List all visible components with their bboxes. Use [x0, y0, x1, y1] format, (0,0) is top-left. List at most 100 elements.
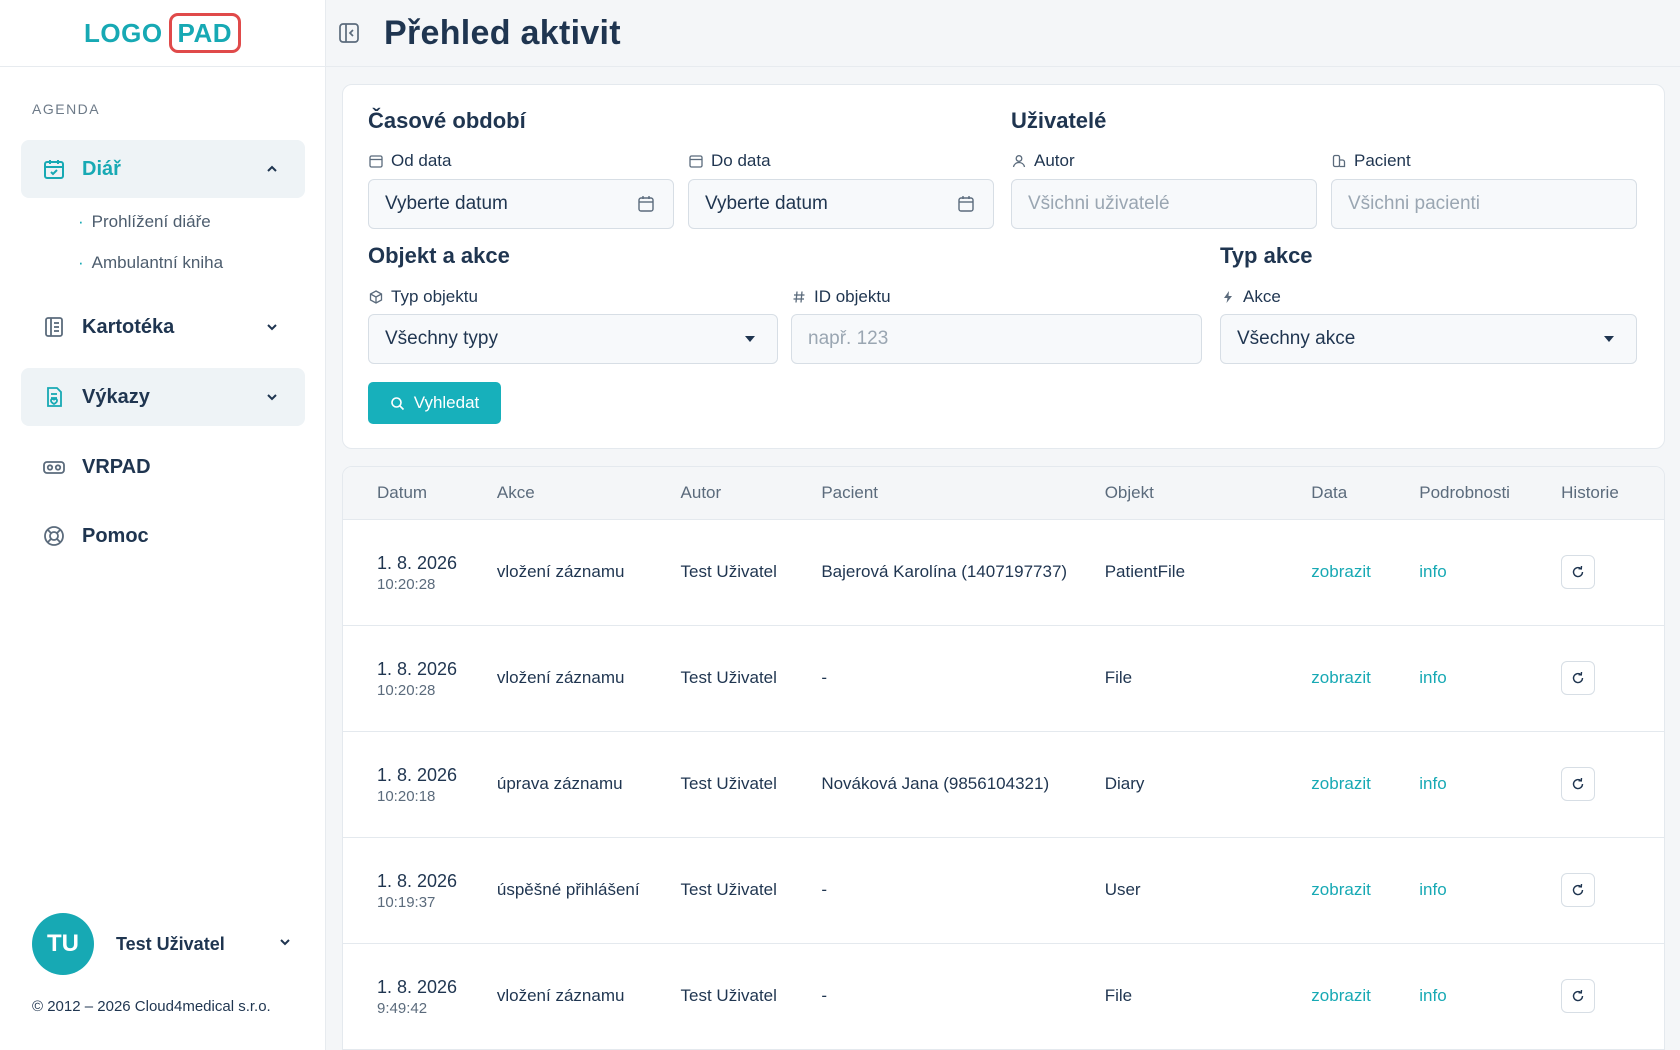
column-header-datum[interactable]: Datum [343, 467, 463, 520]
sidebar-item-kartoteka[interactable]: Kartotéka [21, 298, 305, 356]
sidebar-item-label: Výkazy [82, 385, 150, 408]
from-date-input[interactable]: Vyberte datum [368, 179, 674, 229]
history-button[interactable] [1561, 661, 1596, 695]
sidebar-item-diar[interactable]: Diář [21, 140, 305, 198]
calendar-icon[interactable] [635, 193, 657, 215]
avatar: TU [32, 913, 94, 975]
column-header-podrobnosti: Podrobnosti [1385, 467, 1528, 520]
sidebar-item-vykazy[interactable]: Výkazy [21, 368, 305, 426]
cell-history [1527, 731, 1664, 838]
info-link[interactable]: info [1419, 562, 1446, 581]
cell-date: 1. 8. 2026 10:20:28 [343, 625, 463, 732]
cell-history [1527, 837, 1664, 944]
show-data-link[interactable]: zobrazit [1311, 668, 1371, 687]
column-header-pacient[interactable]: Pacient [787, 467, 1071, 520]
cell-author: Test Uživatel [646, 731, 788, 838]
caret-down-icon [1598, 328, 1620, 350]
cell-object: Diary [1070, 731, 1278, 838]
cell-details: info [1385, 519, 1528, 626]
cell-object: PatientFile [1070, 519, 1278, 626]
object-type-select[interactable]: Všechny typy [368, 314, 778, 364]
table-row: 1. 8. 2026 10:19:37 úspěšné přihlášení Te… [343, 837, 1664, 944]
sidebar-item-pomoc[interactable]: Pomoc [21, 507, 305, 565]
page-title: Přehled aktivit [384, 13, 621, 52]
cell-action: vložení záznamu [462, 519, 647, 626]
column-header-autor[interactable]: Autor [646, 467, 788, 520]
cell-details: info [1385, 837, 1528, 944]
table-row: 1. 8. 2026 10:20:28 vložení záznamu Test … [343, 519, 1664, 626]
show-data-link[interactable]: zobrazit [1311, 986, 1371, 1005]
chevron-down-icon[interactable] [257, 382, 287, 412]
logo[interactable]: LOGO PAD [84, 13, 242, 53]
author-input[interactable]: Všichni uživatelé [1011, 179, 1317, 229]
group-title-users: Uživatelé [1011, 108, 1107, 133]
user-name: Test Uživatel [116, 933, 225, 954]
chevron-down-icon[interactable] [257, 312, 287, 342]
activity-table: Datum Akce Autor Pacient Objekt Data Pod… [343, 467, 1664, 1050]
history-button[interactable] [1561, 979, 1596, 1013]
patient-input[interactable]: Všichni pacienti [1331, 179, 1637, 229]
cell-object: File [1070, 943, 1278, 1050]
action-select[interactable]: Všechny akce [1220, 314, 1637, 364]
refresh-icon [1572, 671, 1584, 684]
sidebar-toggle-icon[interactable] [336, 20, 362, 46]
cell-date: 1. 8. 2026 10:20:28 [343, 519, 463, 626]
group-title-period: Časové období [368, 108, 526, 133]
show-data-link[interactable]: zobrazit [1311, 880, 1371, 899]
cell-author: Test Uživatel [646, 837, 788, 944]
sidebar-subitem-ambulantni-kniha[interactable]: Ambulantní kniha [78, 253, 223, 273]
cell-action: vložení záznamu [462, 943, 647, 1050]
cell-patient: Nováková Jana (9856104321) [787, 731, 1071, 838]
table-row: 1. 8. 2026 10:20:18 úprava záznamu Test U… [343, 731, 1664, 838]
cell-data: zobrazit [1277, 943, 1386, 1050]
label-author: Autor [1011, 151, 1075, 171]
sidebar-item-vrpad[interactable]: VRPAD [21, 438, 305, 496]
label-to-date: Do data [688, 151, 771, 171]
history-button[interactable] [1561, 873, 1596, 907]
cell-object: User [1070, 837, 1278, 944]
cell-action: vložení záznamu [462, 625, 647, 732]
info-link[interactable]: info [1419, 774, 1446, 793]
chevron-up-icon[interactable] [257, 154, 287, 184]
object-id-input[interactable]: např. 123 [791, 314, 1202, 364]
cell-action: úspěšné přihlášení [462, 837, 647, 944]
time-value: 10:20:28 [377, 576, 436, 593]
cell-history [1527, 519, 1664, 626]
section-label-agenda: AGENDA [32, 101, 101, 117]
show-data-link[interactable]: zobrazit [1311, 562, 1371, 581]
cell-date: 1. 8. 2026 10:19:37 [343, 837, 463, 944]
action-value: Všechny akce [1237, 328, 1356, 349]
column-header-objekt[interactable]: Objekt [1070, 467, 1278, 520]
caret-down-icon [739, 328, 761, 350]
user-menu[interactable]: TU Test Uživatel [32, 913, 292, 975]
vr-headset-icon [41, 454, 67, 480]
search-button[interactable]: Vyhledat [368, 382, 501, 424]
from-date-value: Vyberte datum [385, 193, 508, 214]
column-header-akce[interactable]: Akce [462, 467, 647, 520]
calendar-icon [688, 153, 704, 169]
show-data-link[interactable]: zobrazit [1311, 774, 1371, 793]
history-button[interactable] [1561, 767, 1596, 801]
cell-patient: - [787, 837, 1071, 944]
label-text: Od data [391, 151, 452, 170]
table-row: 1. 8. 2026 10:20:28 vložení záznamu Test … [343, 625, 1664, 732]
cell-data: zobrazit [1277, 837, 1386, 944]
cell-patient: - [787, 943, 1071, 1050]
sidebar-item-label: Kartotéka [82, 315, 175, 338]
info-link[interactable]: info [1419, 668, 1446, 687]
to-date-input[interactable]: Vyberte datum [688, 179, 994, 229]
search-icon [390, 396, 405, 411]
label-text: Pacient [1354, 151, 1411, 170]
chevron-down-icon[interactable] [278, 935, 292, 954]
history-button[interactable] [1561, 555, 1596, 589]
cell-author: Test Uživatel [646, 943, 788, 1050]
calendar-icon[interactable] [955, 193, 977, 215]
info-link[interactable]: info [1419, 986, 1446, 1005]
sidebar-subitem-prohlizeni-diare[interactable]: Prohlížení diáře [78, 212, 211, 232]
cell-patient: - [787, 625, 1071, 732]
cell-date: 1. 8. 2026 9:49:42 [343, 943, 463, 1050]
cell-details: info [1385, 731, 1528, 838]
cell-data: zobrazit [1277, 625, 1386, 732]
time-value: 9:49:42 [377, 1000, 428, 1017]
info-link[interactable]: info [1419, 880, 1446, 899]
